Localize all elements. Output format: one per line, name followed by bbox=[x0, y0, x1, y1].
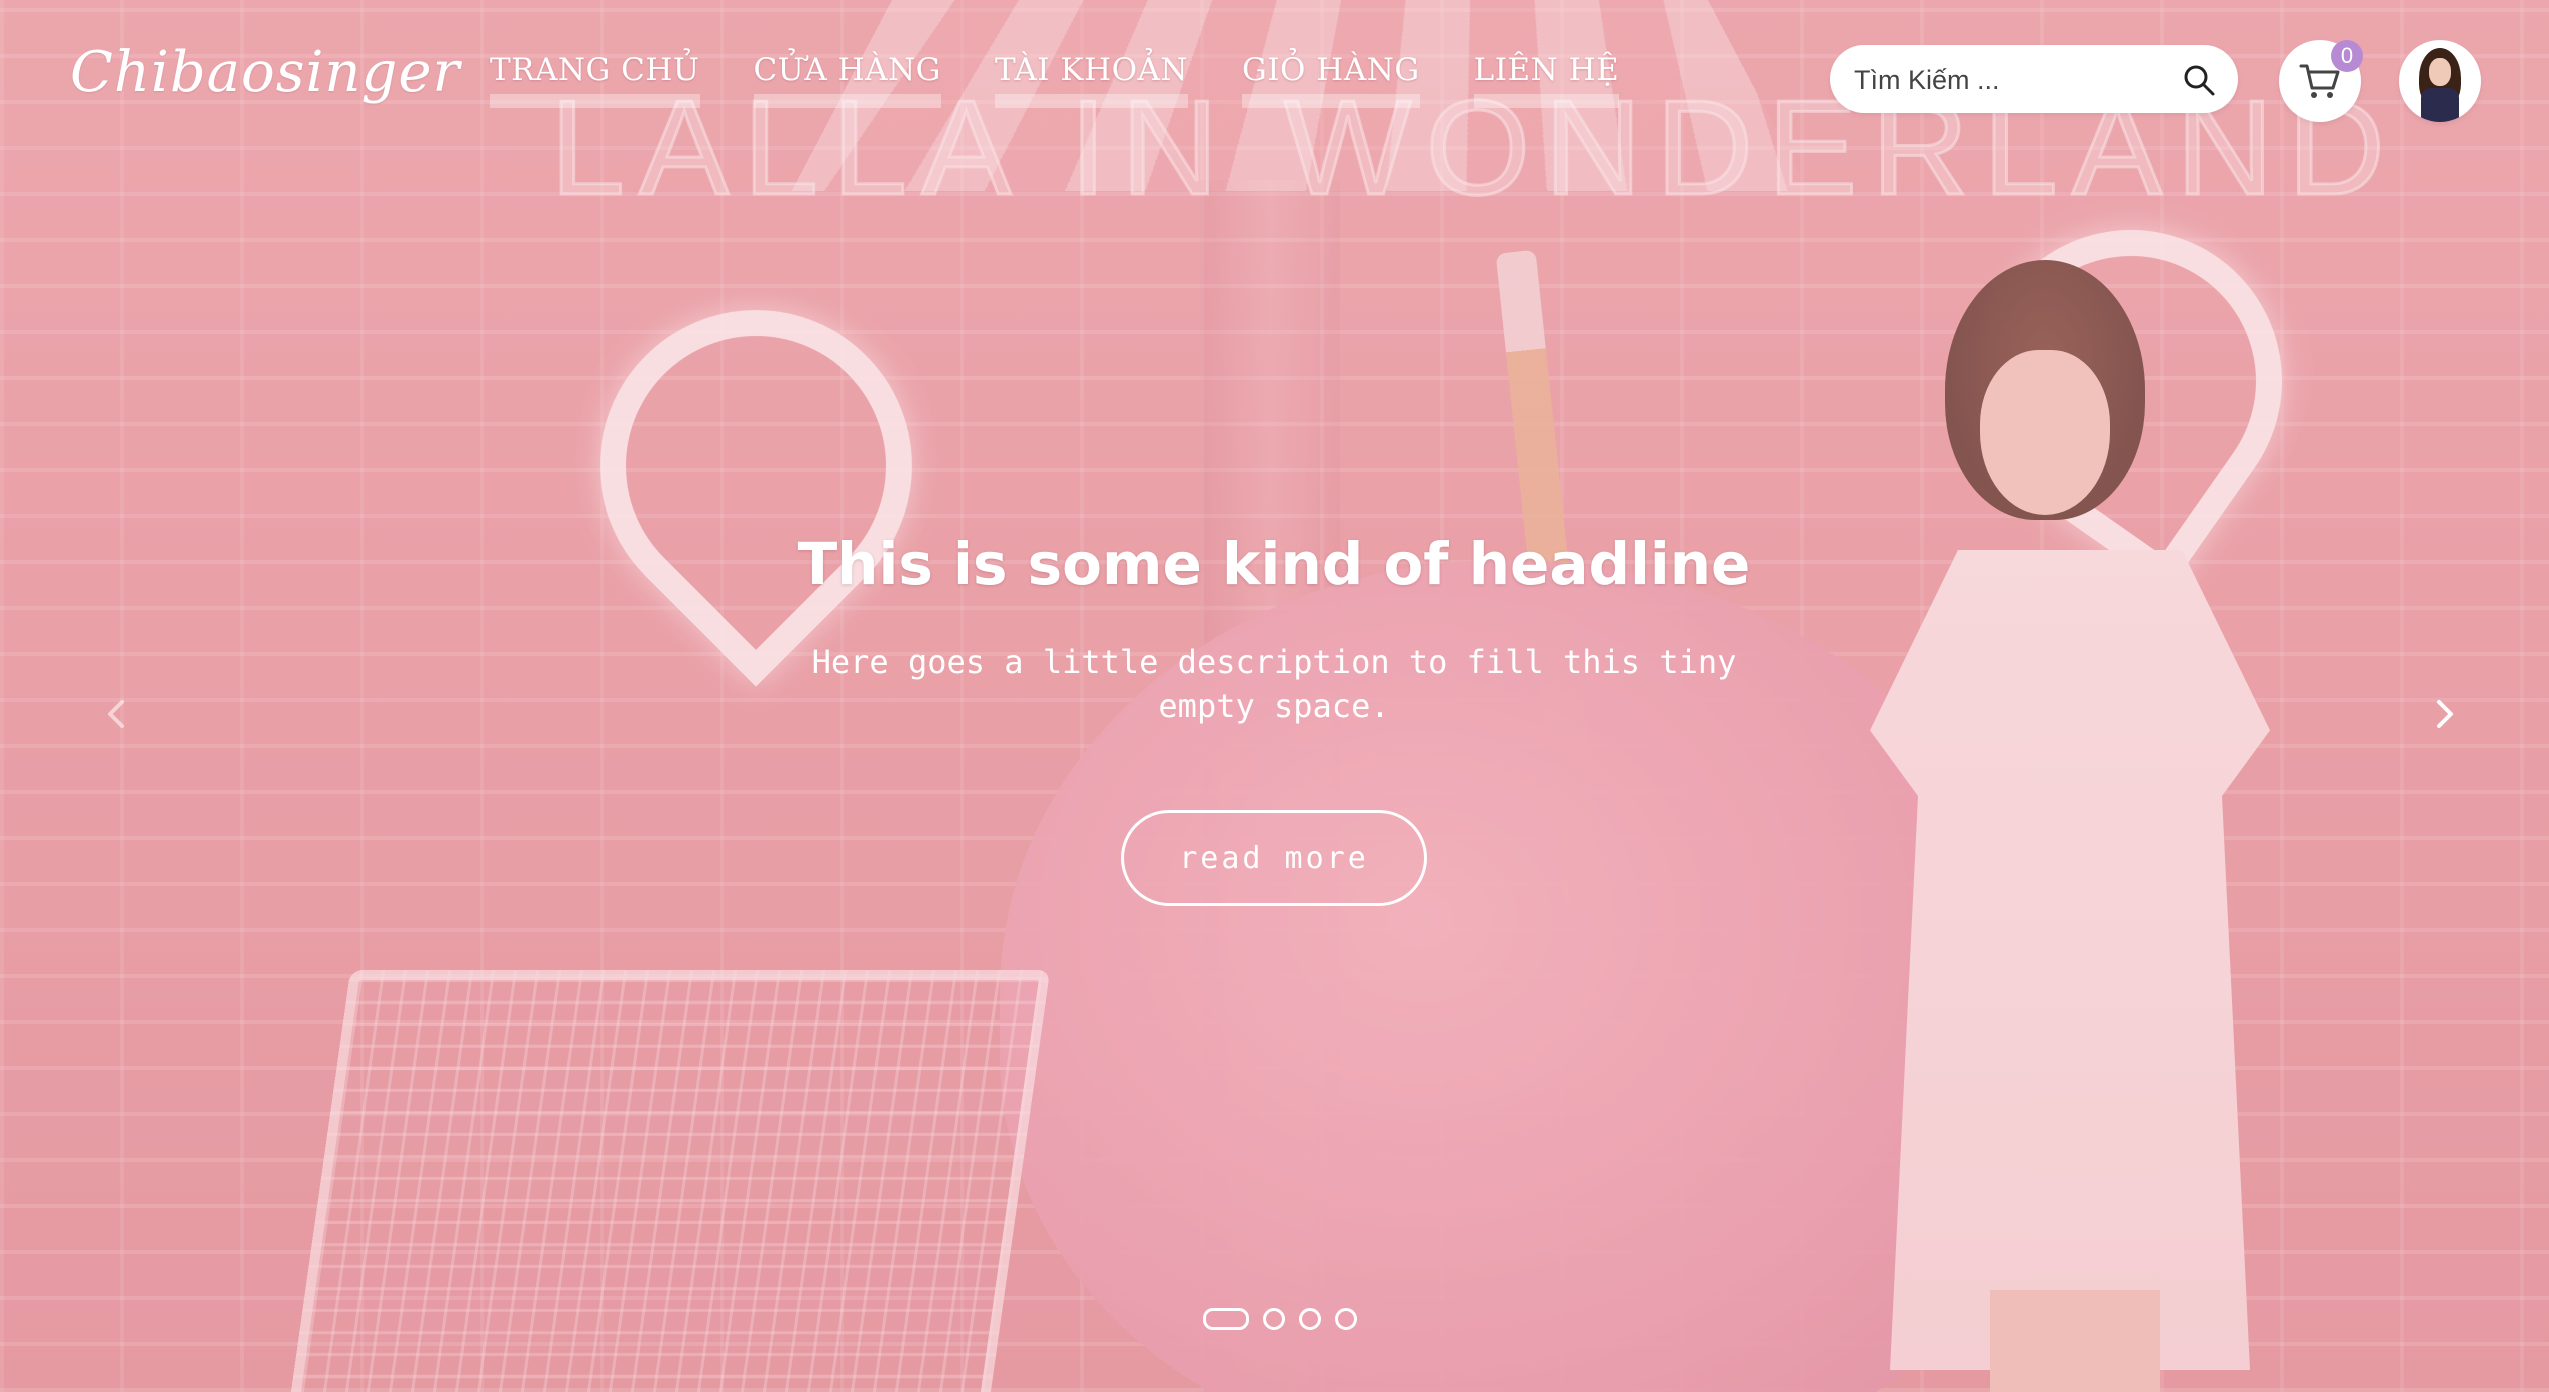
avatar[interactable] bbox=[2399, 40, 2481, 122]
avatar-body bbox=[2421, 88, 2459, 122]
carousel-dot-2[interactable] bbox=[1263, 1308, 1285, 1330]
nav-item-shop[interactable]: CỬA HÀNG bbox=[753, 52, 941, 108]
carousel-dot-4[interactable] bbox=[1335, 1308, 1357, 1330]
main-nav: TRANG CHỦ CỬA HÀNG TÀI KHOẢN GIỎ HÀNG LI… bbox=[490, 52, 1620, 108]
site-header: Chibaosinger TRANG CHỦ CỬA HÀNG TÀI KHOẢ… bbox=[0, 0, 2549, 160]
search-box bbox=[1830, 45, 2238, 115]
nav-item-home[interactable]: TRANG CHỦ bbox=[490, 52, 700, 108]
hero-headline: This is some kind of headline bbox=[797, 530, 1751, 598]
cart-button[interactable]: 0 bbox=[2279, 40, 2363, 122]
cart-count-badge: 0 bbox=[2331, 40, 2363, 72]
read-more-button[interactable]: read more bbox=[1121, 810, 1427, 906]
carousel-indicators bbox=[1203, 1308, 1357, 1330]
carousel-dot-3[interactable] bbox=[1299, 1308, 1321, 1330]
nav-item-cart[interactable]: GIỎ HÀNG bbox=[1242, 52, 1420, 108]
chevron-right-icon[interactable] bbox=[2415, 684, 2475, 744]
nav-item-account[interactable]: TÀI KHOẢN bbox=[994, 52, 1189, 108]
hero-carousel: LALLA IN WONDERLAND Chibaosinger TRANG C… bbox=[0, 0, 2549, 1392]
carousel-dot-1[interactable] bbox=[1203, 1308, 1249, 1330]
search-input[interactable] bbox=[1852, 45, 2176, 115]
avatar-face bbox=[2429, 58, 2451, 86]
chevron-left-icon[interactable] bbox=[86, 684, 146, 744]
hero-description: Here goes a little description to fill t… bbox=[811, 643, 1737, 725]
search-icon[interactable] bbox=[2182, 63, 2216, 97]
cart-icon bbox=[2299, 64, 2340, 98]
hero-caption: This is some kind of headline Here goes … bbox=[724, 530, 1824, 906]
site-logo[interactable]: Chibaosinger bbox=[70, 40, 460, 105]
nav-item-contact[interactable]: LIÊN HỆ bbox=[1473, 52, 1620, 108]
